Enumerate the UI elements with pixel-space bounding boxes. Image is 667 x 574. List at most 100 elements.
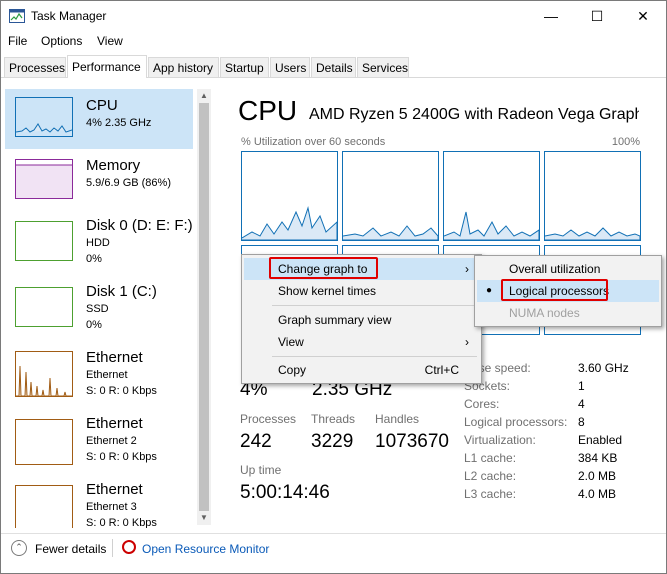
tab-processes[interactable]: Processes	[4, 57, 66, 77]
processes-value: 242	[240, 431, 272, 452]
menu-item-label: View	[278, 335, 304, 349]
ethernet-3-thumbnail-graph	[15, 485, 73, 528]
submenu-arrow-icon: ›	[465, 262, 469, 276]
sidebar-subtitle: S: 0 R: 0 Kbps	[86, 385, 157, 397]
logical-processor-graph[interactable]	[241, 151, 338, 241]
memory-thumbnail-graph	[15, 159, 73, 199]
logical-processor-graph[interactable]	[443, 151, 540, 241]
threads-label: Threads	[311, 412, 356, 426]
scroll-down-icon[interactable]: ▼	[197, 511, 211, 525]
menu-separator	[272, 305, 477, 306]
info-label: L2 cache:	[464, 469, 517, 483]
sidebar-subtitle: S: 0 R: 0 Kbps	[86, 451, 157, 463]
tab-strip: Processes Performance App history Startu…	[1, 55, 666, 78]
sidebar-subtitle: 4% 2.35 GHz	[86, 117, 152, 129]
menu-bar: File Options View	[1, 31, 666, 53]
menu-item-label: Copy	[278, 363, 307, 377]
logical-processor-graph[interactable]	[342, 151, 439, 241]
performance-sidebar: CPU 4% 2.35 GHz Memory 5.9/6.9 GB (86%) …	[1, 83, 213, 528]
fewer-details-button[interactable]: Fewer details	[35, 542, 106, 556]
menu-item-shortcut: Ctrl+C	[424, 363, 459, 377]
processes-label: Processes	[240, 412, 297, 426]
submenu-item-numa-nodes: NUMA nodes	[477, 302, 659, 324]
sidebar-item-ethernet-2[interactable]: Ethernet Ethernet 2 S: 0 R: 0 Kbps	[5, 409, 193, 473]
maximize-button[interactable]: ☐	[574, 1, 620, 31]
sidebar-subtitle: SSD	[86, 303, 109, 315]
sidebar-item-disk-0[interactable]: Disk 0 (D: E: F:) HDD 0%	[5, 211, 193, 275]
uptime-label: Up time	[240, 463, 282, 477]
sidebar-item-memory[interactable]: Memory 5.9/6.9 GB (86%)	[5, 151, 193, 213]
sidebar-item-ethernet[interactable]: Ethernet Ethernet S: 0 R: 0 Kbps	[5, 343, 193, 407]
sidebar-title: Disk 1 (C:)	[86, 283, 157, 300]
sidebar-title: Memory	[86, 157, 141, 174]
ethernet-thumbnail-graph	[15, 351, 73, 397]
tab-services[interactable]: Services	[357, 57, 409, 77]
maximize-icon: ☐	[590, 8, 604, 24]
annotation-highlight-box	[501, 279, 608, 301]
sidebar-subtitle: HDD	[86, 237, 110, 249]
ethernet-2-thumbnail-graph	[15, 419, 73, 465]
minimize-button[interactable]: —	[528, 1, 574, 31]
info-value: 4.0 MB	[578, 487, 617, 501]
logical-processor-graph[interactable]	[544, 151, 641, 241]
sidebar-title: Ethernet	[86, 481, 143, 498]
menu-file[interactable]: File	[8, 34, 27, 48]
sidebar-subtitle: S: 0 R: 0 Kbps	[86, 517, 157, 528]
menu-separator	[272, 356, 477, 357]
submenu-item-label: NUMA nodes	[509, 306, 580, 320]
submenu-arrow-icon: ›	[465, 335, 469, 349]
scrollbar-thumb[interactable]	[199, 103, 209, 511]
info-value: 3.60 GHz	[578, 361, 629, 375]
utilization-label: % Utilization over 60 seconds	[241, 136, 386, 148]
close-icon: ✕	[637, 8, 649, 24]
selected-bullet-icon: ●	[486, 285, 493, 296]
info-label: Logical processors:	[464, 415, 568, 429]
footer-bar: ⌃ Fewer details Open Resource Monitor	[1, 533, 666, 573]
sidebar-item-ethernet-3[interactable]: Ethernet Ethernet 3 S: 0 R: 0 Kbps	[5, 475, 193, 528]
sidebar-title: Disk 0 (D: E: F:)	[86, 217, 193, 234]
tab-startup[interactable]: Startup	[220, 57, 269, 77]
resource-monitor-icon	[122, 540, 136, 554]
sidebar-title: Ethernet	[86, 415, 143, 432]
sidebar-subtitle: 5.9/6.9 GB (86%)	[86, 177, 171, 189]
submenu-item-overall-utilization[interactable]: Overall utilization	[477, 258, 659, 280]
tab-app-history[interactable]: App history	[148, 57, 219, 77]
sidebar-item-disk-1[interactable]: Disk 1 (C:) SSD 0%	[5, 277, 193, 341]
menu-options[interactable]: Options	[41, 34, 82, 48]
menu-item-graph-summary-view[interactable]: Graph summary view	[244, 309, 479, 331]
scroll-up-icon[interactable]: ▲	[197, 89, 211, 103]
info-label: Cores:	[464, 397, 500, 411]
tab-users[interactable]: Users	[270, 57, 310, 77]
info-value: 8	[578, 415, 585, 429]
task-manager-icon	[9, 9, 25, 23]
info-value: 2.0 MB	[578, 469, 617, 483]
tab-details[interactable]: Details	[311, 57, 356, 77]
sidebar-subtitle: Ethernet 2	[86, 435, 137, 447]
sidebar-subtitle: 0%	[86, 319, 102, 331]
sidebar-item-cpu[interactable]: CPU 4% 2.35 GHz	[5, 89, 193, 149]
menu-item-label: Show kernel times	[278, 284, 377, 298]
info-value: 4	[578, 397, 585, 411]
close-button[interactable]: ✕	[620, 1, 666, 31]
menu-item-label: Graph summary view	[278, 313, 392, 327]
page-title: CPU	[238, 95, 298, 126]
info-label: Virtualization:	[464, 433, 536, 447]
menu-item-copy[interactable]: Copy Ctrl+C	[244, 359, 479, 381]
menu-item-show-kernel-times[interactable]: Show kernel times	[244, 280, 479, 302]
open-resource-monitor-link[interactable]: Open Resource Monitor	[142, 542, 269, 556]
menu-item-view[interactable]: View ›	[244, 331, 479, 353]
menu-view[interactable]: View	[97, 34, 123, 48]
info-label: L3 cache:	[464, 487, 517, 501]
cpu-thumbnail-graph	[15, 97, 73, 137]
sidebar-subtitle: Ethernet	[86, 369, 128, 381]
task-manager-window: Task Manager — ☐ ✕ File Options View Pro…	[0, 0, 667, 574]
sidebar-scrollbar[interactable]: ▲ ▼	[197, 89, 211, 525]
minimize-icon: —	[544, 8, 558, 24]
tab-performance[interactable]: Performance	[67, 55, 147, 78]
info-label: L1 cache:	[464, 451, 517, 465]
utilization-max: 100%	[611, 136, 640, 148]
chevron-up-icon[interactable]: ⌃	[11, 540, 27, 556]
uptime-value: 5:00:14:46	[240, 482, 330, 503]
disk-0-thumbnail-graph	[15, 221, 73, 261]
cpu-model-name: AMD Ryzen 5 2400G with Radeon Vega Graph…	[309, 106, 639, 123]
